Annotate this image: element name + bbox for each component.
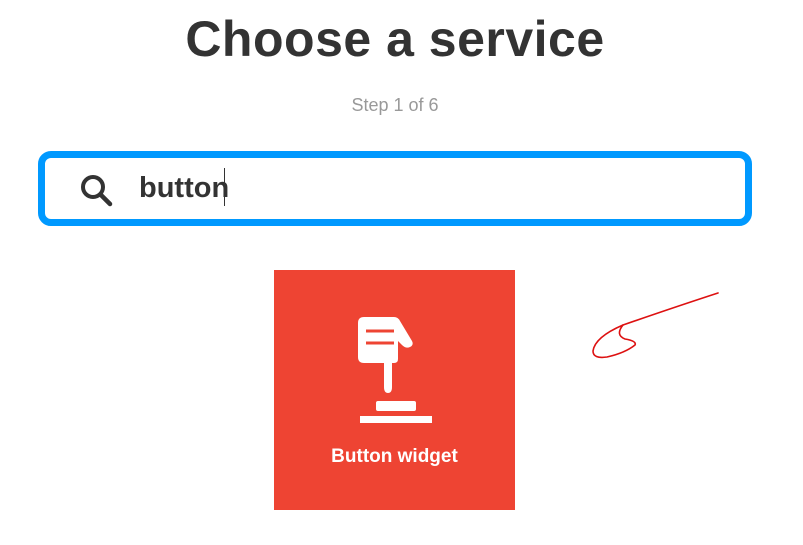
service-tile-label: Button widget	[331, 446, 458, 467]
pointing-finger-button-icon	[358, 317, 432, 423]
page-title: Choose a service	[185, 11, 605, 67]
step-indicator: Step 1 of 6	[351, 95, 439, 115]
text-cursor	[224, 168, 225, 206]
search-icon	[81, 175, 113, 207]
choose-service-page: Choose a service Step 1 of 6 Button widg…	[0, 0, 803, 545]
search-input[interactable]	[139, 158, 729, 219]
hand-drawn-arrow-icon	[592, 292, 719, 359]
service-tile-button-widget[interactable]: Button widget	[274, 270, 515, 510]
search-box[interactable]	[38, 151, 752, 226]
